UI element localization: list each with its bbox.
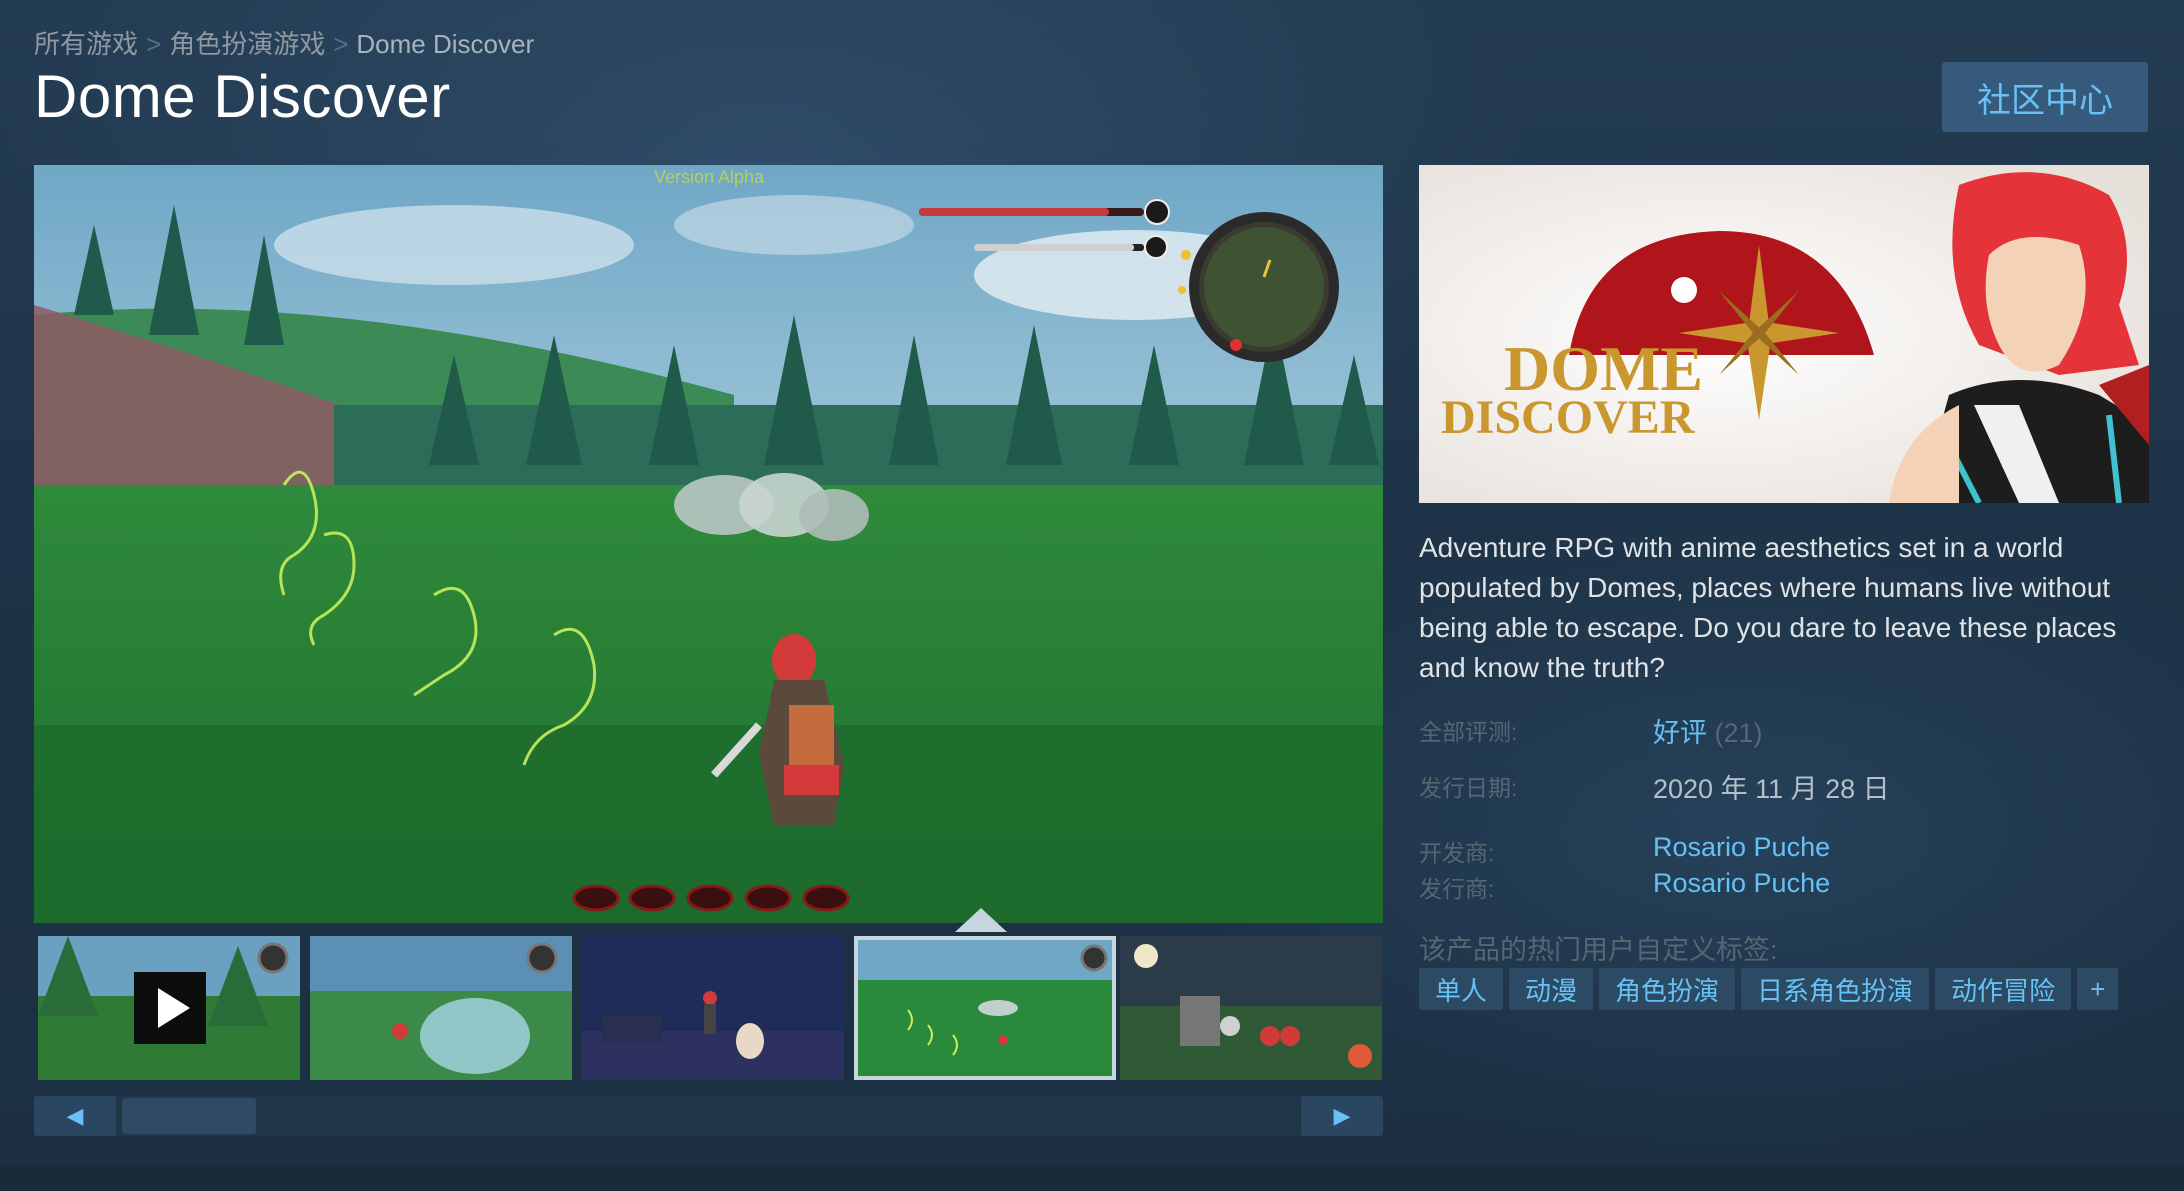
game-description: Adventure RPG with anime aesthetics set … — [1419, 532, 2117, 683]
thumbnail-3-selected[interactable] — [854, 936, 1116, 1080]
scroll-handle[interactable] — [122, 1098, 256, 1134]
tags-heading: 该产品的热门用户自定义标签: — [1419, 935, 1778, 965]
tag-add-button[interactable]: + — [2077, 968, 2119, 1010]
breadcrumb-current[interactable]: Dome Discover — [356, 29, 534, 59]
tag-rpg[interactable]: 角色扮演 — [1599, 968, 1736, 1010]
thumbnail-1[interactable] — [310, 936, 572, 1080]
selected-thumbnail-pointer — [955, 908, 1007, 932]
reviews-label: 全部评测: — [1419, 719, 1518, 745]
tag-jrpg[interactable]: 日系角色扮演 — [1741, 968, 1930, 1010]
scroll-right-arrow-icon[interactable]: ▶ — [1301, 1096, 1383, 1136]
screenshot-viewer[interactable]: Version Alpha — [34, 165, 1383, 923]
breadcrumb-all-games[interactable]: 所有游戏 — [34, 29, 138, 59]
breadcrumb-separator: > — [333, 29, 349, 59]
logo-text-discover: DISCOVER — [1441, 391, 1696, 444]
game-header-image: DOME DISCOVER — [1419, 165, 2149, 503]
tag-anime[interactable]: 动漫 — [1509, 968, 1594, 1010]
main-screenshot: Version Alpha — [34, 165, 1383, 923]
release-date-value: 2020 年 11 月 28 日 — [1653, 774, 1890, 804]
developer-link[interactable]: Rosario Puche — [1653, 832, 1830, 863]
version-overlay-text: Version Alpha — [654, 167, 765, 187]
breadcrumb-rpg[interactable]: 角色扮演游戏 — [169, 29, 325, 59]
reviews-value[interactable]: 好评 — [1653, 718, 1707, 748]
page-title: Dome Discover — [34, 63, 451, 130]
thumbnail-strip — [34, 908, 1383, 1084]
tag-action-adventure[interactable]: 动作冒险 — [1935, 968, 2072, 1010]
thumbnail-2[interactable] — [582, 936, 844, 1080]
store-page: 所有游戏 > 角色扮演游戏 > Dome Discover Dome Discover … — [0, 0, 2184, 1191]
thumbnail-4[interactable] — [1120, 936, 1382, 1080]
game-logo-artwork: DOME DISCOVER — [1419, 165, 2149, 503]
release-date-label: 发行日期: — [1419, 775, 1518, 801]
tag-list: 单人 动漫 角色扮演 日系角色扮演 动作冒险 + — [1419, 968, 2119, 1010]
reviews-count: (21) — [1714, 718, 1763, 748]
thumbnail-video[interactable] — [38, 936, 300, 1080]
publisher-link[interactable]: Rosario Puche — [1653, 868, 1830, 899]
developer-label: 开发商: — [1419, 840, 1495, 866]
thumbnail-scrollbar[interactable]: ◀ ▶ — [34, 1096, 1383, 1136]
scroll-left-arrow-icon[interactable]: ◀ — [34, 1096, 116, 1136]
reviews-summary[interactable]: 好评 (21) — [1653, 711, 1763, 750]
publisher-label: 发行商: — [1419, 876, 1495, 902]
breadcrumb-separator: > — [146, 29, 162, 59]
community-hub-button[interactable]: 社区中心 — [1942, 62, 2148, 132]
breadcrumb: 所有游戏 > 角色扮演游戏 > Dome Discover — [34, 24, 534, 61]
tag-single-player[interactable]: 单人 — [1419, 968, 1504, 1010]
